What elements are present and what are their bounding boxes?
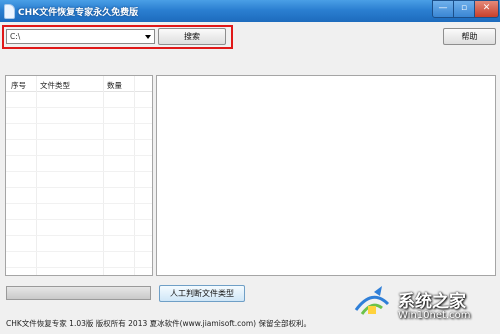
file-type-list[interactable]: 序号 文件类型 数量	[5, 75, 153, 276]
list-header: 序号 文件类型 数量	[6, 76, 152, 92]
maximize-button[interactable]: ▫	[453, 0, 475, 18]
grid-row-line	[6, 267, 152, 268]
column-header-type[interactable]: 文件类型	[40, 80, 70, 91]
column-header-count[interactable]: 数量	[107, 80, 122, 91]
grid-row-line	[6, 123, 152, 124]
detect-file-type-button[interactable]: 人工判断文件类型	[159, 285, 245, 302]
copyright-footer: CHK文件恢复专家 1.03版 版权所有 2013 夏冰软件(www.jiami…	[6, 319, 311, 328]
grid-row-line	[6, 171, 152, 172]
watermark-brand: 系统之家	[398, 292, 466, 312]
grid-row-line	[6, 139, 152, 140]
dropdown-arrow-icon[interactable]	[145, 35, 151, 39]
watermark-logo-icon	[354, 286, 390, 315]
grid-row-line	[6, 107, 152, 108]
close-button[interactable]: ✕	[474, 0, 499, 18]
help-button[interactable]: 帮助	[443, 28, 496, 45]
file-content-panel[interactable]	[156, 75, 496, 276]
column-divider	[36, 76, 37, 275]
grid-row-line	[6, 235, 152, 236]
column-divider	[134, 76, 135, 275]
title-bar: CHK文件恢复专家永久免费版 — ▫ ✕	[0, 0, 500, 22]
watermark-url: Win10net.com	[398, 310, 471, 321]
drive-select[interactable]: C:\	[6, 29, 155, 44]
column-header-index[interactable]: 序号	[11, 80, 26, 91]
app-icon	[4, 4, 15, 19]
grid-row-line	[6, 155, 152, 156]
search-button[interactable]: 搜索	[158, 28, 226, 45]
grid-row-line	[6, 251, 152, 252]
drive-value: C:\	[10, 32, 21, 41]
minimize-button[interactable]: —	[432, 0, 454, 18]
grid-row-line	[6, 219, 152, 220]
grid-row-line	[6, 203, 152, 204]
window-title: CHK文件恢复专家永久免费版	[18, 8, 139, 18]
progress-bar	[6, 286, 151, 300]
column-divider	[103, 76, 104, 275]
grid-row-line	[6, 187, 152, 188]
